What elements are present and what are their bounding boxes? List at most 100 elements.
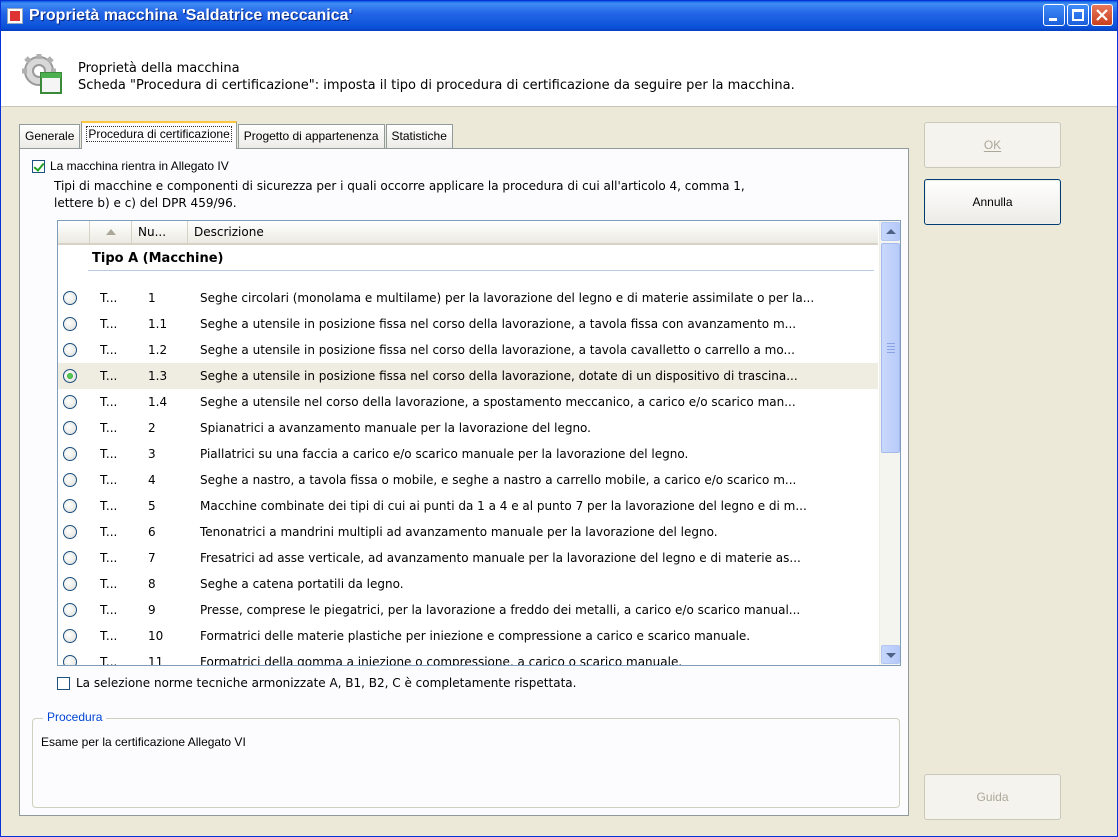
list-item-description: Seghe circolari (monolama e multilame) p… [200, 291, 815, 305]
list-item-type: T... [100, 525, 118, 539]
list-item-type: T... [100, 343, 118, 357]
list-item[interactable]: T... 9 Presse, comprese le piegatrici, per… [58, 597, 878, 623]
list-item[interactable]: T... 2 Spianatrici a avanzamento manuale p… [58, 415, 878, 441]
list-item-type: T... [100, 499, 118, 513]
vertical-scrollbar[interactable] [879, 221, 900, 665]
group-title: Tipo A (Macchine) [92, 251, 224, 266]
close-button[interactable] [1091, 4, 1113, 26]
list-item-type: T... [100, 395, 118, 409]
list-item[interactable]: T... 5 Macchine combinate dei tipi di cui … [58, 493, 878, 519]
list-item-number: 2 [148, 421, 156, 435]
allegato-checkbox-row[interactable]: La macchina rientra in Allegato IV [32, 159, 229, 173]
list-item-description: Seghe a utensile in posizione fissa nel … [200, 343, 795, 357]
list-item-number: 9 [148, 603, 156, 617]
norme-checkbox-row[interactable]: La selezione norme tecniche armonizzate … [57, 676, 576, 690]
checklist-icon [7, 8, 23, 24]
list-item-description: Spianatrici a avanzamento manuale per la… [200, 421, 591, 435]
list-item-description: Formatrici della gomma a iniezione o com… [200, 655, 683, 666]
annulla-button-label: Annulla [972, 195, 1013, 209]
list-item-number: 1.3 [148, 369, 168, 383]
list-item-radio[interactable] [63, 577, 77, 591]
column-header-type[interactable] [90, 221, 132, 243]
list-item-radio[interactable] [63, 473, 77, 487]
machine-type-list[interactable]: Nu... Descrizione Tipo A (Macchine) T...… [57, 220, 901, 666]
list-item-type: T... [100, 369, 118, 383]
list-item-type: T... [100, 603, 118, 617]
scroll-down-button[interactable] [881, 645, 900, 664]
minimize-button[interactable] [1043, 4, 1065, 26]
list-item-number: 1.2 [148, 343, 168, 357]
title-bar[interactable]: Proprietà macchina 'Saldatrice meccanica… [1, 1, 1117, 31]
procedura-text: Esame per la certificazione Allegato VI [41, 735, 246, 749]
list-item-radio[interactable] [63, 551, 77, 565]
ok-button[interactable]: OK [924, 122, 1061, 168]
column-header-description[interactable]: Descrizione [188, 221, 878, 243]
list-item[interactable]: T... 1.1 Seghe a utensile in posizione fis… [58, 311, 878, 337]
list-item-number: 3 [148, 447, 156, 461]
list-item-radio[interactable] [63, 343, 77, 357]
allegato-description-line: lettere b) e c) del DPR 459/96. [54, 196, 237, 210]
list-item[interactable]: T... 6 Tenonatrici a mandrini multipli ad … [58, 519, 878, 545]
list-item-radio[interactable] [63, 603, 77, 617]
list-item-type: T... [100, 291, 118, 305]
list-item-type: T... [100, 655, 118, 666]
list-item[interactable]: T... 1.3 Seghe a utensile in posizione fis… [58, 363, 878, 389]
maximize-button[interactable] [1067, 4, 1089, 26]
list-item-radio[interactable] [63, 369, 77, 383]
list-item[interactable]: T... 11 Formatrici della gomma a iniezione… [58, 649, 878, 666]
properties-window: Proprietà macchina 'Saldatrice meccanica… [0, 0, 1118, 837]
allegato-checkbox[interactable] [32, 159, 45, 173]
tab-progetto-appartenenza[interactable]: Progetto di appartenenza [237, 124, 385, 148]
guida-button[interactable]: Guida [924, 774, 1061, 820]
scroll-thumb[interactable] [881, 243, 900, 453]
list-item-radio[interactable] [63, 499, 77, 513]
list-item-radio[interactable] [63, 317, 77, 331]
list-item-description: Presse, comprese le piegatrici, per la l… [200, 603, 801, 617]
list-item-type: T... [100, 551, 118, 565]
list-rows: T... 1 Seghe circolari (monolama e multila… [58, 285, 878, 666]
sort-ascending-icon [106, 229, 116, 235]
list-item[interactable]: T... 4 Seghe a nastro, a tavola fissa o mo… [58, 467, 878, 493]
window-title: Proprietà macchina 'Saldatrice meccanica… [29, 7, 353, 24]
list-item-radio[interactable] [63, 447, 77, 461]
gear-document-icon [22, 54, 62, 94]
list-item-description: Seghe a nastro, a tavola fissa o mobile,… [200, 473, 797, 487]
list-item[interactable]: T... 8 Seghe a catena portatili da legno. [58, 571, 878, 597]
tab-generale[interactable]: Generale [19, 124, 81, 148]
list-item-description: Macchine combinate dei tipi di cui ai pu… [200, 499, 807, 513]
list-item-radio[interactable] [63, 525, 77, 539]
norme-checkbox[interactable] [57, 676, 70, 690]
tab-statistiche[interactable]: Statistiche [385, 124, 453, 148]
allegato-description: Tipi di macchine e componenti di sicurez… [54, 178, 874, 212]
list-item-number: 1.4 [148, 395, 168, 409]
list-item-number: 7 [148, 551, 156, 565]
tab-panel: La macchina rientra in Allegato IV Tipi … [19, 148, 909, 816]
list-item[interactable]: T... 3 Piallatrici su una faccia a carico … [58, 441, 878, 467]
chevron-down-icon [886, 653, 896, 658]
list-item-number: 1 [148, 291, 156, 305]
annulla-button[interactable]: Annulla [924, 179, 1061, 225]
list-item-number: 4 [148, 473, 156, 487]
list-item-type: T... [100, 473, 118, 487]
close-icon [1096, 9, 1108, 21]
list-item-radio[interactable] [63, 629, 77, 643]
list-item-radio[interactable] [63, 291, 77, 305]
header-description: Scheda "Procedura di certificazione": im… [78, 78, 795, 93]
list-item-number: 6 [148, 525, 156, 539]
info-header: Proprietà della macchina Scheda "Procedu… [1, 31, 1117, 107]
column-header-number[interactable]: Nu... [132, 221, 188, 243]
list-item-radio[interactable] [63, 395, 77, 409]
list-item-radio[interactable] [63, 421, 77, 435]
scroll-up-button[interactable] [881, 222, 900, 241]
list-item-description: Fresatrici ad asse verticale, ad avanzam… [200, 551, 801, 565]
list-item[interactable]: T... 10 Formatrici delle materie plastiche… [58, 623, 878, 649]
header-title: Proprietà della macchina [78, 61, 240, 76]
procedura-legend: Procedura [43, 710, 107, 724]
list-item[interactable]: T... 7 Fresatrici ad asse verticale, ad av… [58, 545, 878, 571]
column-header-select[interactable] [58, 221, 90, 243]
list-item-radio[interactable] [63, 655, 77, 665]
list-item[interactable]: T... 1.2 Seghe a utensile in posizione fis… [58, 337, 878, 363]
list-item[interactable]: T... 1 Seghe circolari (monolama e multila… [58, 285, 878, 311]
list-item[interactable]: T... 1.4 Seghe a utensile nel corso della … [58, 389, 878, 415]
tab-procedura-certificazione[interactable]: Procedura di certificazione [81, 121, 237, 149]
